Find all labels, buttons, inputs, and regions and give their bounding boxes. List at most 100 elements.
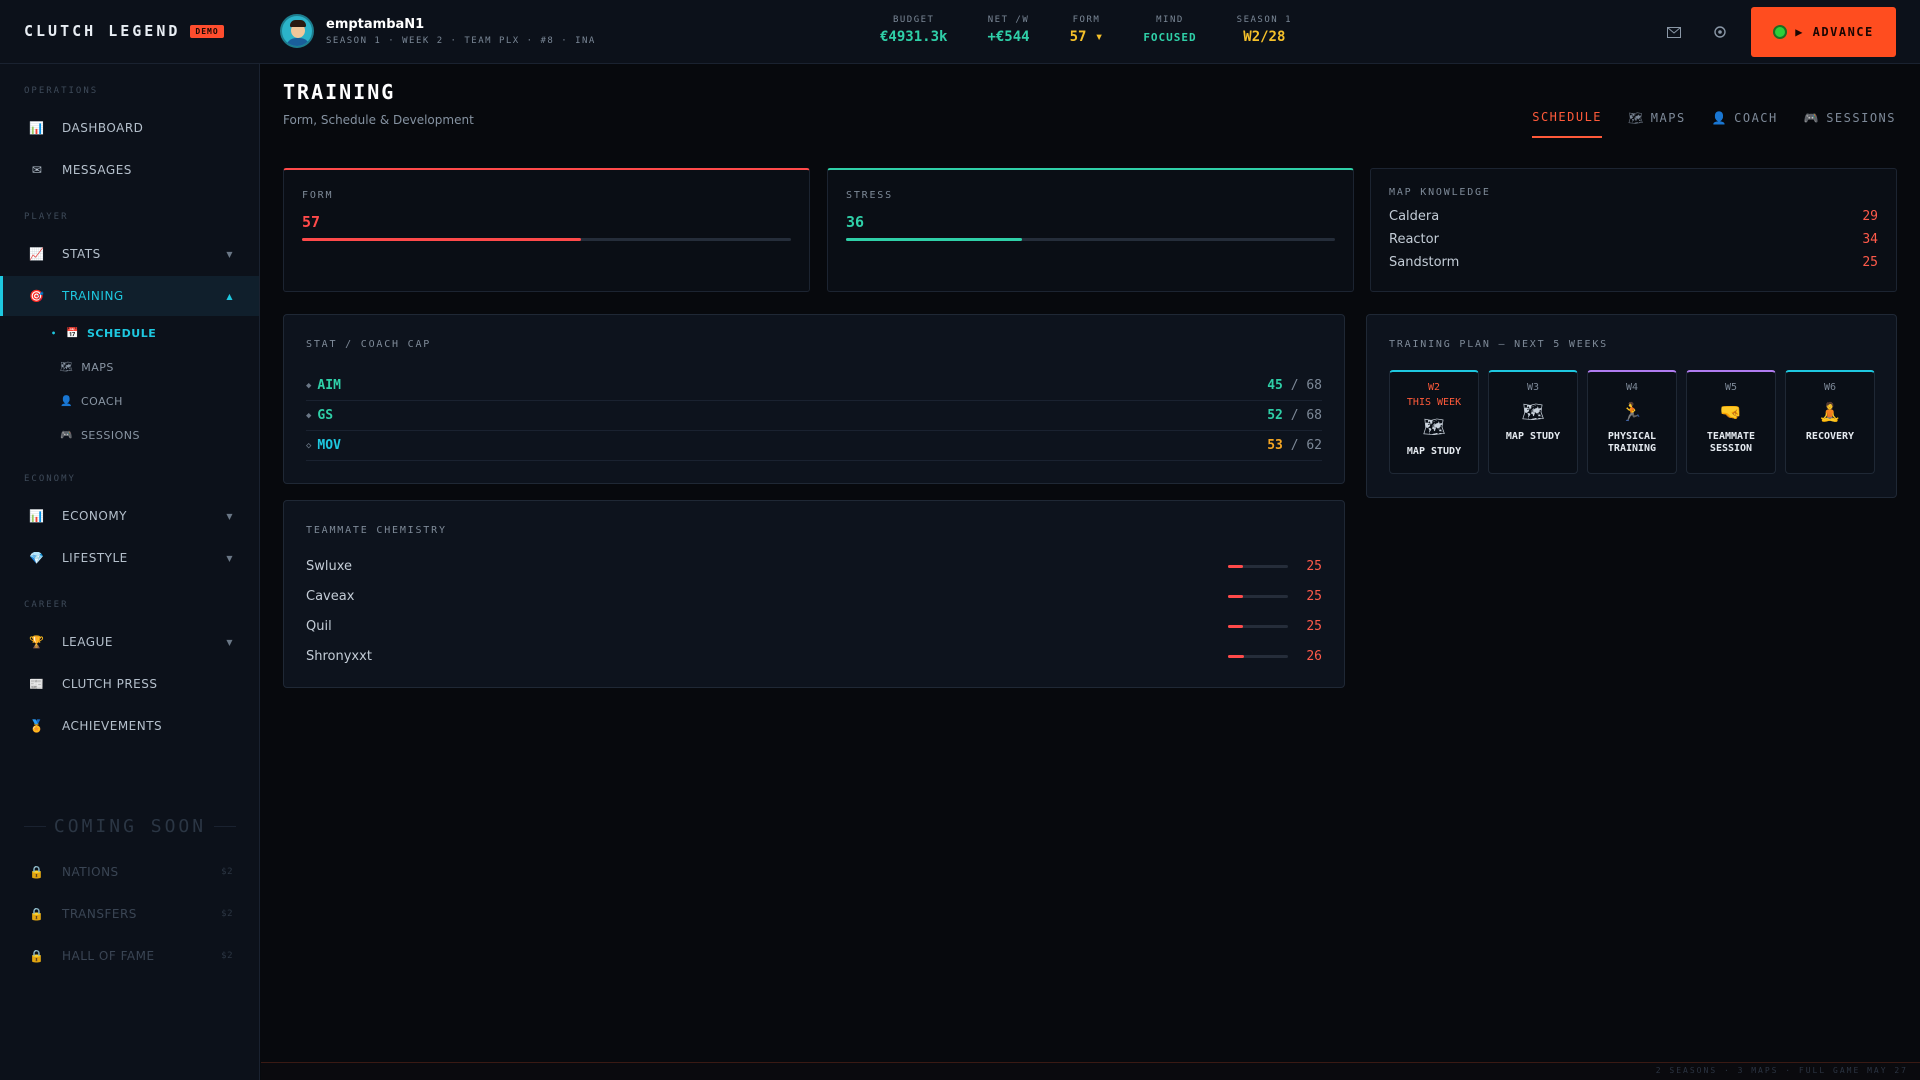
- map-row: Caldera 29: [1389, 209, 1878, 224]
- running-icon: 🏃: [1620, 401, 1644, 423]
- demo-badge: DEMO: [190, 24, 224, 38]
- target-icon: 🎯: [29, 289, 45, 303]
- sidebar-subitem-maps[interactable]: 🗺 MAPS: [60, 355, 114, 379]
- diamond-icon: ◆: [306, 410, 312, 421]
- advance-button[interactable]: ▶ ADVANCE: [1751, 7, 1896, 57]
- newspaper-icon: 📰: [29, 677, 45, 691]
- lock-icon: 🔒: [29, 907, 45, 921]
- stat-label: SEASON 1: [1236, 15, 1293, 25]
- stress-value: 36: [846, 213, 865, 231]
- week-label: W4: [1625, 382, 1639, 393]
- sidebar-item-economy[interactable]: 📊 ECONOMY ▼: [0, 496, 259, 536]
- status-dot-icon: [1773, 25, 1788, 39]
- stress-card: STRESS 36: [827, 168, 1354, 292]
- diamond-outline-icon: ◇: [306, 440, 312, 451]
- sidebar-item-clutch-press[interactable]: 📰 CLUTCH PRESS: [0, 664, 259, 704]
- gamepad-icon: 🎮: [1803, 111, 1821, 125]
- stat-cap: / 68: [1290, 408, 1322, 423]
- this-week-tag: THIS WEEK: [1406, 397, 1462, 408]
- sidebar-item-stats[interactable]: 📈 STATS ▼: [0, 234, 259, 274]
- active-bullet-icon: •: [51, 328, 57, 338]
- sidebar-item-label: HALL OF FAME: [62, 949, 155, 963]
- sidebar-subitem-sessions[interactable]: 🎮 SESSIONS: [60, 423, 140, 447]
- sidebar-item-transfers-locked[interactable]: 🔒 TRANSFERS $2: [0, 894, 259, 934]
- fist-bump-icon: 🤜: [1719, 401, 1743, 423]
- map-value: 34: [1862, 232, 1878, 247]
- sidebar-subitem-label: SCHEDULE: [86, 326, 157, 340]
- mind-stat: MIND FOCUSED: [1143, 15, 1196, 45]
- bar-chart-icon: 📊: [29, 509, 45, 523]
- sidebar-item-lifestyle[interactable]: 💎 LIFESTYLE ▼: [0, 538, 259, 578]
- activity-label: MAP STUDY: [1406, 446, 1462, 457]
- stat-cap: / 68: [1290, 378, 1322, 393]
- sidebar-item-league[interactable]: 🏆 LEAGUE ▼: [0, 622, 259, 662]
- training-tabs: SCHEDULE 🗺 MAPS 👤 COACH 🎮 SESSIONS: [1532, 110, 1896, 138]
- sidebar-subitem-schedule[interactable]: • 📅 SCHEDULE: [51, 321, 157, 345]
- week-card-w3[interactable]: W3 🗺 MAP STUDY: [1488, 370, 1578, 474]
- season-stat: SEASON 1 W2/28: [1237, 15, 1292, 45]
- stat-name: AIM: [317, 378, 341, 393]
- brand[interactable]: CLUTCH LEGEND DEMO: [24, 22, 224, 40]
- card-label: STRESS: [846, 190, 893, 201]
- stat-value: FOCUSED: [1143, 31, 1197, 44]
- sidebar-item-label: ACHIEVEMENTS: [62, 719, 163, 733]
- sidebar-subitem-label: COACH: [80, 394, 123, 408]
- map-name: Caldera: [1389, 209, 1440, 224]
- map-name: Sandstorm: [1389, 255, 1460, 270]
- trophy-icon: 🏆: [29, 635, 45, 649]
- sidebar-item-training[interactable]: 🎯 TRAINING ▲: [0, 276, 259, 316]
- sidebar-item-label: LIFESTYLE: [62, 551, 128, 565]
- chemistry-bar: [1228, 564, 1288, 568]
- map-knowledge-card: MAP KNOWLEDGE Caldera 29 Reactor 34 Sandst…: [1370, 168, 1897, 292]
- section-label-operations: OPERATIONS: [24, 86, 99, 96]
- tab-sessions[interactable]: 🎮 SESSIONS: [1804, 110, 1896, 138]
- sidebar-subitem-coach[interactable]: 👤 COACH: [60, 389, 123, 413]
- top-stats: BUDGET €4931.3k NET /W +€544 FORM 57 ▾ M…: [880, 15, 1292, 45]
- sidebar-item-label: STATS: [62, 247, 101, 261]
- sidebar: OPERATIONS 📊 DASHBOARD ✉ MESSAGES PLAYER…: [0, 64, 260, 1080]
- sidebar-item-label: TRAINING: [62, 289, 124, 303]
- teammate-name: Caveax: [306, 588, 355, 604]
- coming-soon-divider: COMING SOON: [24, 816, 236, 837]
- tab-maps[interactable]: 🗺 MAPS: [1628, 110, 1686, 138]
- tab-coach[interactable]: 👤 COACH: [1712, 110, 1778, 138]
- sidebar-subitem-label: SESSIONS: [80, 428, 140, 442]
- map-icon: 🗺: [60, 361, 74, 373]
- chemistry-bar-fill: [1228, 594, 1243, 598]
- chemistry-value: 25: [1306, 558, 1322, 574]
- chevron-down-icon: ▼: [226, 511, 233, 521]
- teammate-chemistry-panel: TEAMMATE CHEMISTRY Swluxe 25 Caveax 25 Q…: [283, 500, 1345, 688]
- stat-coach-cap-panel: STAT / COACH CAP ◆ AIM 45 / 68 ◆ GS 52 / 6…: [283, 314, 1345, 484]
- chemistry-bar-fill: [1228, 654, 1244, 658]
- user-profile[interactable]: emptambaN1 SEASON 1 · WEEK 2 · TEAM PLX …: [280, 14, 596, 48]
- avatar[interactable]: [280, 14, 314, 48]
- sidebar-item-achievements[interactable]: 🏅 ACHIEVEMENTS: [0, 706, 259, 746]
- sidebar-item-messages[interactable]: ✉ MESSAGES: [0, 150, 259, 190]
- chevron-down-icon: ▼: [226, 249, 233, 259]
- week-card-w5[interactable]: W5 🤜 TEAMMATE SESSION: [1686, 370, 1776, 474]
- tab-schedule[interactable]: SCHEDULE: [1532, 110, 1603, 138]
- meditation-icon: 🧘: [1818, 401, 1842, 423]
- chevron-up-icon: ▲: [226, 291, 233, 301]
- stat-value: €4931.3k: [880, 29, 948, 45]
- stat-cap: / 62: [1290, 438, 1322, 453]
- week-card-w2[interactable]: W2 THIS WEEK 🗺 MAP STUDY: [1389, 370, 1479, 474]
- lock-icon: 🔒: [29, 949, 45, 963]
- tab-label: COACH: [1734, 111, 1778, 125]
- panel-label: TEAMMATE CHEMISTRY: [306, 525, 447, 536]
- chemistry-value: 25: [1306, 618, 1322, 634]
- form-value: 57: [302, 213, 321, 231]
- panel-label: STAT / COACH CAP: [306, 339, 432, 350]
- week-card-w4[interactable]: W4 🏃 PHYSICAL TRAINING: [1587, 370, 1677, 474]
- sidebar-item-hall-of-fame-locked[interactable]: 🔒 HALL OF FAME $2: [0, 936, 259, 976]
- activity-label: RECOVERY: [1805, 431, 1855, 442]
- week-card-w6[interactable]: W6 🧘 RECOVERY: [1785, 370, 1875, 474]
- coming-soon-label: COMING SOON: [53, 816, 207, 837]
- lock-icon: 🔒: [29, 865, 45, 879]
- sidebar-item-dashboard[interactable]: 📊 DASHBOARD: [0, 108, 259, 148]
- stat-row-mov: ◇ MOV 53 / 62: [306, 431, 1322, 461]
- map-name: Reactor: [1389, 232, 1439, 247]
- sidebar-item-nations-locked[interactable]: 🔒 NATIONS $2: [0, 852, 259, 892]
- settings-icon[interactable]: [1710, 22, 1730, 42]
- mail-icon[interactable]: [1664, 22, 1684, 42]
